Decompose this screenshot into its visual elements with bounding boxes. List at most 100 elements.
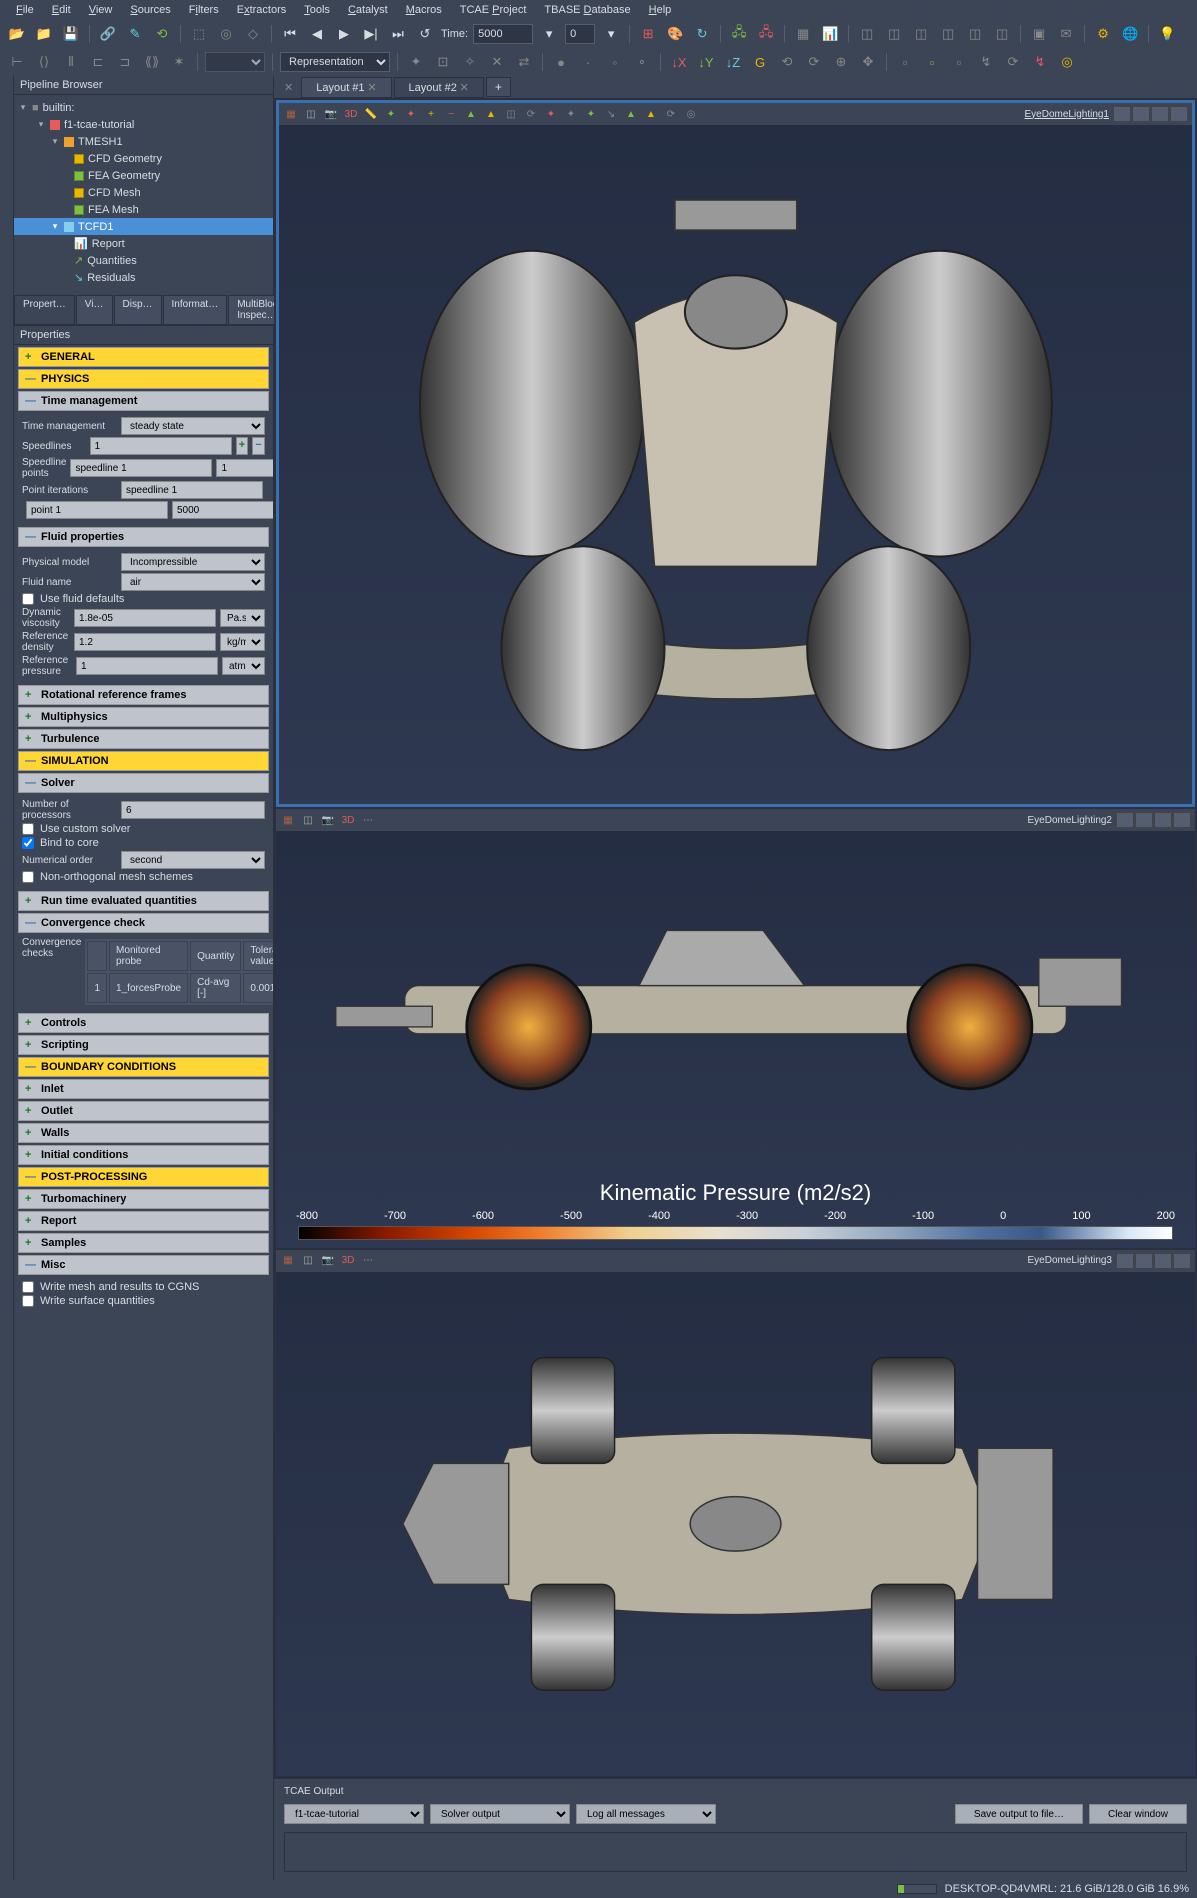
speedlines-remove[interactable]: − [252, 437, 265, 455]
palette-icon[interactable]: 🎨 [664, 23, 686, 45]
server-disconnect-icon[interactable]: 🖧 [755, 23, 777, 45]
section-samples[interactable]: +Samples [18, 1233, 269, 1253]
next-frame-icon[interactable]: ▶| [360, 23, 382, 45]
view-arrows-icon[interactable]: ⇄ [513, 51, 535, 73]
cube1-icon[interactable]: ◫ [856, 23, 878, 45]
section-inlet[interactable]: +Inlet [18, 1079, 269, 1099]
vp3-cube-icon[interactable]: ◫ [300, 1253, 316, 1269]
layout-tab-1[interactable]: Layout #1 ✕ [301, 77, 391, 98]
representation-selector[interactable]: Representation [280, 52, 390, 72]
time-management-select[interactable]: steady state [121, 417, 265, 435]
vp2-cube-icon[interactable]: ◫ [300, 812, 316, 828]
cam-g-icon[interactable]: G [749, 51, 771, 73]
misc5-icon[interactable]: ⟳ [1002, 51, 1024, 73]
section-turbomachinery[interactable]: +Turbomachinery [18, 1189, 269, 1209]
extract1-icon[interactable]: ▣ [1028, 23, 1050, 45]
tab-properties[interactable]: Propert… [14, 295, 75, 325]
menu-tbase-database[interactable]: TBASE Database [536, 2, 638, 18]
speedlines-add[interactable]: + [236, 437, 249, 455]
tree-report[interactable]: 📊Report [14, 235, 273, 252]
vp2-mode-2[interactable] [1135, 812, 1153, 828]
output-filter-select[interactable]: Solver output [430, 1804, 570, 1824]
time-index-dropdown-icon[interactable]: ▾ [600, 23, 622, 45]
vp1-sel13-icon[interactable]: ▲ [623, 106, 639, 122]
menu-edit[interactable]: Edit [44, 2, 79, 18]
vp3-mode-1[interactable] [1116, 1253, 1134, 1269]
server-connect-icon[interactable]: 🖧 [728, 23, 750, 45]
vp1-3d-icon[interactable]: 3D [343, 106, 359, 122]
table-icon[interactable]: ▦ [792, 23, 814, 45]
menu-filters[interactable]: Filters [181, 2, 227, 18]
pipeline-tree[interactable]: ▾■builtin: ▾f1-tcae-tutorial ▾TMESH1 CFD… [14, 95, 273, 295]
vp1-sel16-icon[interactable]: ◎ [683, 106, 699, 122]
play-icon[interactable]: ▶ [333, 23, 355, 45]
fluid-name-select[interactable]: air [121, 573, 265, 591]
view-x-icon[interactable]: ✕ [486, 51, 508, 73]
viewport-3-lighting-label[interactable]: EyeDomeLighting3 [1028, 1255, 1113, 1266]
tab-information[interactable]: Informat… [163, 295, 228, 325]
speedline-name-input[interactable] [70, 459, 212, 477]
vp3-render-icon[interactable]: ▦ [280, 1253, 296, 1269]
time-input[interactable] [473, 24, 533, 44]
filter-b-icon[interactable]: ⟨⟩ [33, 51, 55, 73]
cube3-icon[interactable]: ◫ [910, 23, 932, 45]
vp1-sel9-icon[interactable]: ✦ [543, 106, 559, 122]
first-frame-icon[interactable]: ⏮ [279, 23, 301, 45]
cube4-icon[interactable]: ◫ [937, 23, 959, 45]
save-output-button[interactable]: Save output to file… [955, 1804, 1083, 1824]
vp2-more-icon[interactable]: ⋯ [360, 812, 376, 828]
vp1-sel15-icon[interactable]: ⟳ [663, 106, 679, 122]
vp2-mode-3[interactable] [1154, 812, 1172, 828]
feature3-icon[interactable]: ◇ [242, 23, 264, 45]
write-cgns-checkbox[interactable] [22, 1281, 34, 1293]
pi-point-input[interactable] [26, 501, 168, 519]
cam-pan-icon[interactable]: ✥ [857, 51, 879, 73]
extract2-icon[interactable]: ✉ [1055, 23, 1077, 45]
write-surface-checkbox[interactable] [22, 1295, 34, 1307]
viewport-2[interactable]: ▦ ◫ 📷 3D ⋯ EyeDomeLighting2 [276, 809, 1195, 1247]
view-fit-icon[interactable]: ⊡ [432, 51, 454, 73]
wand-icon[interactable]: ✎ [124, 23, 146, 45]
vp1-camera-icon[interactable]: 📷 [323, 106, 339, 122]
vp3-mode-3[interactable] [1154, 1253, 1172, 1269]
tree-residuals[interactable]: ↘Residuals [14, 269, 273, 286]
vp3-3d-icon[interactable]: 3D [340, 1253, 356, 1269]
custom-solver-checkbox[interactable] [22, 823, 34, 835]
pi-name-input[interactable] [121, 481, 263, 499]
view-axes-icon[interactable]: ✦ [405, 51, 427, 73]
small3-icon[interactable]: ◦ [604, 51, 626, 73]
vp1-render-icon[interactable]: ▦ [283, 106, 299, 122]
cube2-icon[interactable]: ◫ [883, 23, 905, 45]
numerical-order-select[interactable]: second [121, 851, 265, 869]
tree-fea-geometry[interactable]: FEA Geometry [14, 167, 273, 184]
section-physics[interactable]: —PHYSICS [18, 369, 269, 389]
tree-tmesh[interactable]: ▾TMESH1 [14, 133, 273, 150]
small4-icon[interactable]: ∘ [631, 51, 653, 73]
open-tcfd-icon[interactable]: 📁 [33, 23, 55, 45]
vp1-sel14-icon[interactable]: ▲ [643, 106, 659, 122]
filter-d-icon[interactable]: ⊏ [87, 51, 109, 73]
vp1-sel10-icon[interactable]: ✦ [563, 106, 579, 122]
close-tab-2-icon[interactable]: ✕ [460, 82, 469, 94]
open-file-icon[interactable]: 📂 [6, 23, 28, 45]
vp1-sel5-icon[interactable]: ▲ [463, 106, 479, 122]
misc3-icon[interactable]: ▫ [948, 51, 970, 73]
reference-density-input[interactable] [74, 633, 216, 651]
viewport-2-canvas[interactable]: Kinematic Pressure (m2/s2) -800-700-600-… [276, 831, 1195, 1247]
section-fluid-properties[interactable]: —Fluid properties [18, 527, 269, 547]
vp1-sel11-icon[interactable]: ✦ [583, 106, 599, 122]
menu-sources[interactable]: Sources [122, 2, 178, 18]
density-unit-select[interactable]: kg/m^3 [220, 633, 265, 651]
settings-icon[interactable]: ⚙ [1092, 23, 1114, 45]
menu-tcae-project[interactable]: TCAE Project [452, 2, 535, 18]
vp3-more-icon[interactable]: ⋯ [360, 1253, 376, 1269]
vp1-mode-1[interactable] [1113, 106, 1131, 122]
menu-help[interactable]: Help [641, 2, 680, 18]
chart-icon[interactable]: 📊 [819, 23, 841, 45]
viscosity-unit-select[interactable]: Pa.s [220, 609, 265, 627]
vp1-sel7-icon[interactable]: ◫ [503, 106, 519, 122]
vp1-sel3-icon[interactable]: + [423, 106, 439, 122]
menu-extractors[interactable]: Extractors [229, 2, 295, 18]
reload-data-icon[interactable]: ⟲ [151, 23, 173, 45]
output-text-area[interactable] [284, 1832, 1187, 1872]
